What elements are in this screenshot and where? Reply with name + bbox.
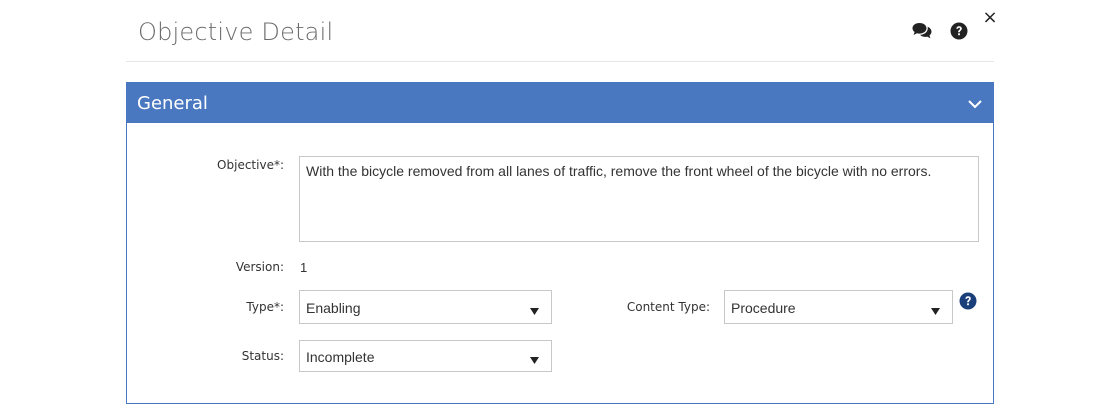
caret-down-icon [530, 303, 539, 315]
content-type-select[interactable]: Procedure [724, 290, 953, 324]
content-type-label: Content Type: [626, 300, 710, 314]
type-label: Type*: [246, 300, 284, 314]
content-type-help-icon[interactable] [959, 292, 977, 310]
caret-down-icon [931, 303, 940, 315]
general-panel-header[interactable]: General [127, 83, 993, 123]
caret-down-icon [530, 352, 539, 364]
objective-textarea[interactable]: With the bicycle removed from all lanes … [299, 156, 979, 242]
dialog-header: Objective Detail × [126, 0, 998, 62]
type-select[interactable]: Enabling [299, 290, 552, 324]
question-circle-icon[interactable] [950, 22, 970, 42]
dialog-title: Objective Detail [138, 18, 334, 46]
status-select-value: Incomplete [306, 349, 375, 365]
objective-detail-dialog: Objective Detail × General Objective*: W… [0, 0, 1120, 405]
comments-icon[interactable] [912, 22, 932, 42]
status-select[interactable]: Incomplete [299, 340, 552, 372]
version-value: 1 [300, 260, 308, 275]
version-label: Version: [235, 260, 284, 274]
type-select-value: Enabling [306, 300, 361, 316]
close-button[interactable]: × [982, 9, 998, 27]
general-panel: General Objective*: With the bicycle rem… [126, 82, 994, 404]
objective-label: Objective*: [217, 158, 284, 172]
content-type-select-value: Procedure [731, 300, 796, 316]
status-label: Status: [241, 349, 284, 363]
panel-title: General [137, 93, 208, 114]
chevron-down-icon[interactable] [967, 97, 983, 109]
